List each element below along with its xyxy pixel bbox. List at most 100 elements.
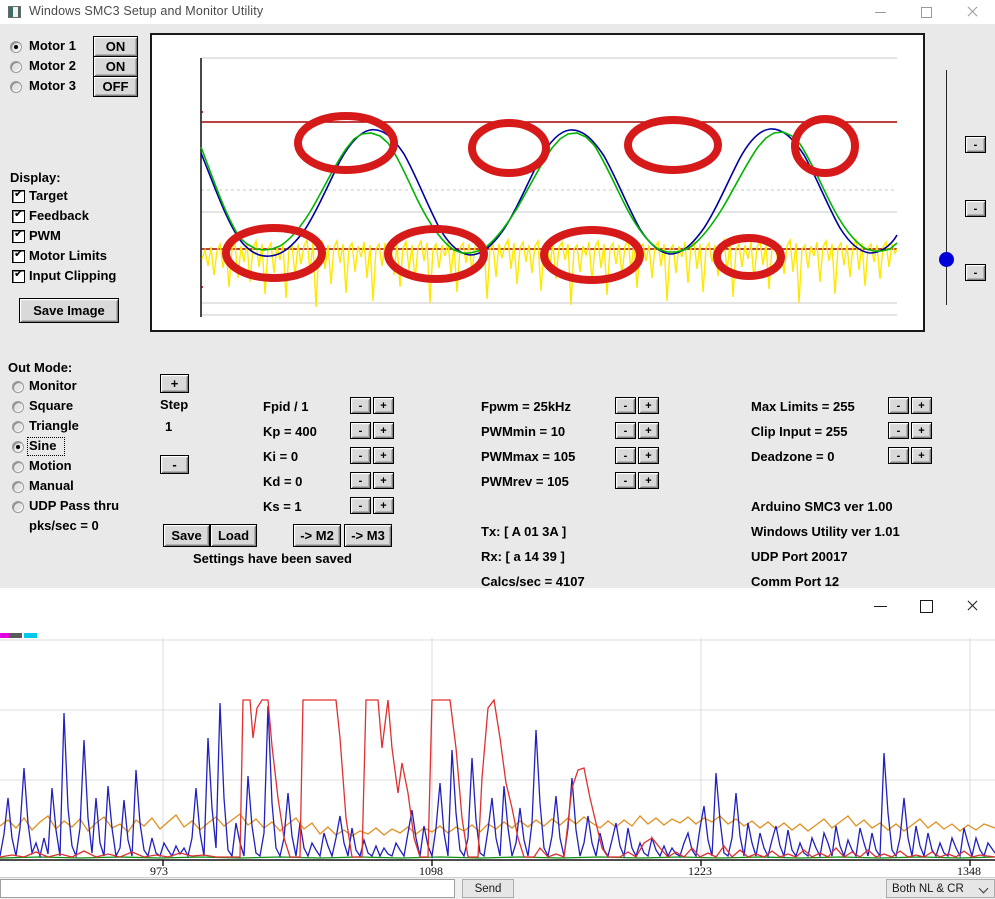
out-mode-sine[interactable]: Sine [12,438,152,458]
udp-pass-thru-radio[interactable] [12,501,24,513]
out-mode-manual[interactable]: Manual [12,478,152,498]
fpid-increase-button[interactable]: + [373,397,394,414]
scope-scale-slider-track[interactable] [946,70,947,305]
line-ending-select[interactable]: Both NL & CR [886,879,995,898]
out-mode-heading: Out Mode: [8,360,72,375]
send-button[interactable]: Send [462,879,514,898]
save-button[interactable]: Save [163,524,210,547]
pwmmin-increase-button[interactable]: + [638,422,659,439]
input-clipping-label: Input Clipping [29,268,116,283]
pks-per-sec-value: pks/sec = 0 [29,518,99,533]
tx-value: Tx: [ A 01 3A ] [481,524,566,539]
udp-port-text: UDP Port 20017 [751,549,848,564]
manual-radio[interactable] [12,481,24,493]
clip-input-increase-button[interactable]: + [911,422,932,439]
line-ending-value: Both NL & CR [892,883,964,895]
pwmrev-decrease-button[interactable]: - [615,472,636,489]
out-mode-udp-pass-thru[interactable]: UDP Pass thru [12,498,152,518]
side-decrease-button-3[interactable]: - [965,264,986,281]
ks-label: Ks = 1 [263,499,302,514]
deadzone-increase-button[interactable]: + [911,447,932,464]
copy-to-m3-button[interactable]: -> M3 [344,524,392,547]
scope-scale-slider-knob[interactable] [939,252,954,267]
motor-1-state-button[interactable]: ON [93,36,138,57]
side-decrease-button-1[interactable]: - [965,136,986,153]
motor-2-state-button[interactable]: ON [93,56,138,77]
display-item-target[interactable]: Target [12,188,142,208]
save-image-button[interactable]: Save Image [19,298,119,323]
window2-maximize-button[interactable] [903,594,949,618]
motor-3-state-button[interactable]: OFF [93,76,138,97]
input-clipping-checkbox[interactable] [12,270,25,283]
square-radio[interactable] [12,401,24,413]
pwmmax-increase-button[interactable]: + [638,447,659,464]
motor-3-label: Motor 3 [29,78,76,93]
feedback-checkbox[interactable] [12,210,25,223]
load-button[interactable]: Load [210,524,257,547]
pwm-checkbox[interactable] [12,230,25,243]
out-mode-triangle[interactable]: Triangle [12,418,152,438]
clip-input-decrease-button[interactable]: - [888,422,909,439]
fpid-decrease-button[interactable]: - [350,397,371,414]
display-item-pwm[interactable]: PWM [12,228,142,248]
step-increase-button[interactable]: + [160,374,189,393]
motor-2-radio[interactable] [10,61,22,73]
calcs-per-sec-value: Calcs/sec = 4107 [481,574,585,589]
kp-increase-button[interactable]: + [373,422,394,439]
motion-radio[interactable] [12,461,24,473]
triangle-radio[interactable] [12,421,24,433]
comm-port-text: Comm Port 12 [751,574,839,589]
ki-decrease-button[interactable]: - [350,447,371,464]
window1-minimize-button[interactable] [857,0,903,24]
monitor-radio[interactable] [12,381,24,393]
window2-minimize-button[interactable] [857,594,903,618]
feedback-label: Feedback [29,208,89,223]
kp-decrease-button[interactable]: - [350,422,371,439]
app-icon [8,6,21,18]
square-label: Square [29,398,73,413]
out-mode-motion[interactable]: Motion [12,458,152,478]
window1-close-button[interactable] [949,0,995,24]
fpwm-increase-button[interactable]: + [638,397,659,414]
side-decrease-button-2[interactable]: - [965,200,986,217]
ki-increase-button[interactable]: + [373,447,394,464]
settings-status-text: Settings have been saved [193,551,352,566]
pwmrev-label: PWMrev = 105 [481,474,569,489]
deadzone-decrease-button[interactable]: - [888,447,909,464]
fpwm-decrease-button[interactable]: - [615,397,636,414]
max-limits-increase-button[interactable]: + [911,397,932,414]
pwmmin-decrease-button[interactable]: - [615,422,636,439]
smc3-utility-window: Windows SMC3 Setup and Monitor Utility M… [0,0,995,588]
scope-graph-panel [150,33,925,332]
out-mode-square[interactable]: Square [12,398,152,418]
deadzone-label: Deadzone = 0 [751,449,834,464]
motor-1-radio[interactable] [10,41,22,53]
motor-limits-checkbox[interactable] [12,250,25,263]
display-item-feedback[interactable]: Feedback [12,208,142,228]
motor-limits-label: Motor Limits [29,248,107,263]
window1-body: Motor 1 ON Motor 2 ON Motor 3 OFF Displa… [0,24,995,588]
pwmmax-decrease-button[interactable]: - [615,447,636,464]
copy-to-m2-button[interactable]: -> M2 [293,524,341,547]
pwmmin-label: PWMmin = 10 [481,424,565,439]
step-decrease-button[interactable]: - [160,455,189,474]
out-mode-monitor[interactable]: Monitor [12,378,152,398]
display-item-motor-limits[interactable]: Motor Limits [12,248,152,268]
motor-3-radio[interactable] [10,81,22,93]
serial-send-input[interactable] [0,879,455,898]
sine-radio[interactable] [12,441,24,453]
kd-increase-button[interactable]: + [373,472,394,489]
rx-value: Rx: [ a 14 39 ] [481,549,565,564]
motion-label: Motion [29,458,72,473]
utility-version-text: Windows Utility ver 1.01 [751,524,900,539]
kd-decrease-button[interactable]: - [350,472,371,489]
ks-increase-button[interactable]: + [373,497,394,514]
display-item-input-clipping[interactable]: Input Clipping [12,268,152,288]
display-heading: Display: [10,170,61,185]
target-checkbox[interactable] [12,190,25,203]
pwmrev-increase-button[interactable]: + [638,472,659,489]
ks-decrease-button[interactable]: - [350,497,371,514]
window1-maximize-button[interactable] [903,0,949,24]
window2-close-button[interactable] [949,594,995,618]
max-limits-decrease-button[interactable]: - [888,397,909,414]
